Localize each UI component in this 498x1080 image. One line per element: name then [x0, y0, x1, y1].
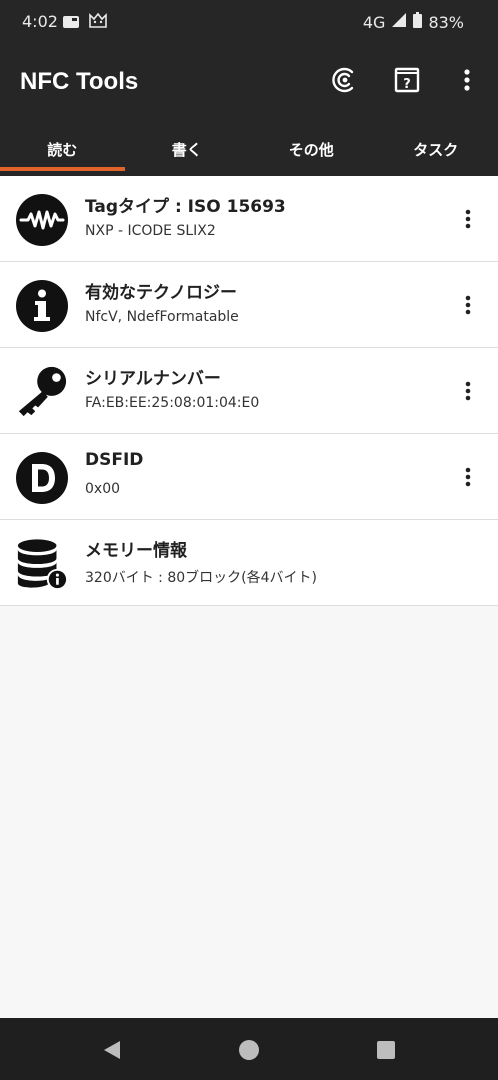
item-title: 有効なテクノロジー [85, 283, 237, 303]
item-more-button[interactable] [456, 379, 480, 403]
cat-icon [89, 12, 107, 32]
help-button[interactable]: ? [389, 64, 425, 100]
overflow-menu-button[interactable] [449, 64, 485, 100]
back-triangle-icon [104, 1041, 120, 1059]
item-subtitle: NfcV, NdefFormatable [85, 309, 239, 325]
nfc-scan-icon [332, 67, 358, 97]
tab-other[interactable]: その他 [249, 122, 374, 176]
item-title: シリアルナンバー [85, 369, 221, 389]
item-title: メモリー情報 [85, 541, 187, 561]
notification-card-icon [63, 13, 79, 32]
database-info-icon [15, 537, 69, 591]
home-circle-icon [239, 1040, 259, 1060]
battery-icon [413, 12, 423, 32]
more-vertical-icon [465, 467, 471, 487]
tab-bar: 読む 書く その他 タスク [0, 122, 498, 176]
more-vertical-icon [465, 209, 471, 229]
item-title: DSFID [85, 450, 144, 470]
list-item-serial-number[interactable]: シリアルナンバー FA:EB:EE:25:08:01:04:E0 [0, 348, 498, 434]
item-subtitle: 320バイト : 80ブロック(各4バイト) [85, 570, 317, 586]
item-subtitle: NXP - ICODE SLIX2 [85, 223, 216, 239]
home-button[interactable] [234, 1035, 264, 1065]
app-bar: NFC Tools ? [0, 44, 498, 122]
tag-info-list: Tagタイプ : ISO 15693 NXP - ICODE SLIX2 有効な… [0, 176, 498, 606]
item-subtitle: 0x00 [85, 481, 121, 497]
list-item-tag-type[interactable]: Tagタイプ : ISO 15693 NXP - ICODE SLIX2 [0, 176, 498, 262]
key-icon [15, 365, 69, 419]
item-title: Tagタイプ : ISO 15693 [85, 197, 286, 217]
tab-tasks[interactable]: タスク [374, 122, 498, 176]
list-item-technologies[interactable]: 有効なテクノロジー NfcV, NdefFormatable [0, 262, 498, 348]
item-subtitle: FA:EB:EE:25:08:01:04:E0 [85, 395, 260, 411]
more-vertical-icon [464, 69, 470, 95]
status-time: 4:02 [22, 12, 58, 31]
more-vertical-icon [465, 381, 471, 401]
list-item-dsfid[interactable]: DSFID 0x00 [0, 434, 498, 520]
nfc-scan-button[interactable] [327, 64, 363, 100]
back-button[interactable] [97, 1035, 127, 1065]
system-nav-bar [0, 1018, 498, 1080]
more-vertical-icon [465, 295, 471, 315]
info-icon [15, 279, 69, 333]
item-more-button[interactable] [456, 465, 480, 489]
recents-button[interactable] [371, 1035, 401, 1065]
battery-level: 83% [428, 12, 464, 32]
list-item-memory-info[interactable]: メモリー情報 320バイト : 80ブロック(各4バイト) [0, 520, 498, 606]
signal-icon [391, 12, 407, 32]
waveform-icon [15, 193, 69, 247]
status-bar: 4:02 4G 83% [0, 0, 498, 44]
tab-write[interactable]: 書く [125, 122, 250, 176]
item-more-button[interactable] [456, 207, 480, 231]
help-book-icon: ? [394, 67, 420, 97]
item-more-button[interactable] [456, 293, 480, 317]
app-title: NFC Tools [20, 68, 139, 95]
d-letter-icon [15, 451, 69, 505]
network-type: 4G [362, 12, 386, 32]
recents-square-icon [377, 1041, 395, 1059]
svg-text:?: ? [403, 77, 411, 92]
tab-read[interactable]: 読む [0, 122, 125, 176]
